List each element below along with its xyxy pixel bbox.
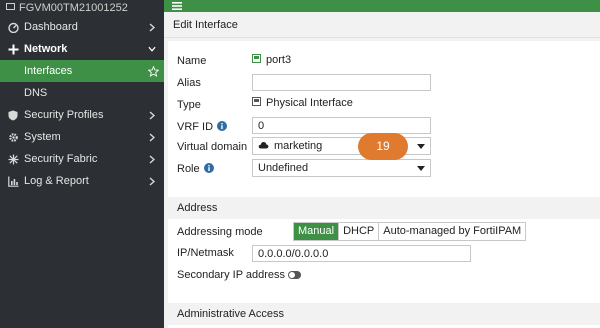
sidebar-item-label: Log & Report <box>24 175 89 187</box>
info-icon[interactable] <box>217 119 228 131</box>
device-header: FGVM00TM21001252 <box>0 0 164 12</box>
mode-fortiipam-option[interactable]: Auto-managed by FortiIPAM <box>378 223 526 240</box>
alias-input[interactable] <box>252 74 431 91</box>
chevron-right-icon <box>148 148 156 170</box>
sidebar-item-label: Security Fabric <box>24 153 98 165</box>
type-label: Type <box>177 99 201 111</box>
admin-access-section-header: Administrative Access <box>168 303 600 325</box>
ip-netmask-input[interactable] <box>252 245 471 262</box>
name-value: port3 <box>252 51 291 69</box>
info-icon[interactable] <box>203 161 214 173</box>
secondary-ip-label: Secondary IP address <box>177 266 302 284</box>
sidebar-item-label: System <box>24 131 61 143</box>
vdom-label: Virtual domain <box>177 141 248 153</box>
mode-dhcp-option[interactable]: DHCP <box>338 223 379 240</box>
sidebar-item-label: DNS <box>24 87 48 99</box>
port-icon <box>252 51 261 69</box>
star-icon[interactable] <box>148 60 159 82</box>
alias-label: Alias <box>177 77 201 89</box>
vrf-label-text: VRF ID <box>177 121 214 133</box>
edit-interface-form: Name port3 Alias Type Physical Interface… <box>168 41 600 328</box>
sidebar-item-network[interactable]: Network <box>0 38 164 60</box>
type-text: Physical Interface <box>266 97 353 109</box>
sidebar-item-label: Dashboard <box>24 21 78 33</box>
sidebar: FGVM00TM21001252 Dashboard Network Inter… <box>0 0 164 328</box>
secondary-ip-toggle[interactable] <box>288 271 302 279</box>
page-title: Edit Interface <box>164 12 600 38</box>
type-value: Physical Interface <box>252 94 353 112</box>
shield-icon <box>7 104 19 126</box>
device-name: FGVM00TM21001252 <box>19 2 128 13</box>
sidebar-item-dns[interactable]: DNS <box>0 82 164 104</box>
address-section-header: Address <box>168 197 600 219</box>
role-value: Undefined <box>258 162 309 174</box>
sidebar-item-interfaces[interactable]: Interfaces <box>0 60 164 82</box>
role-label-text: Role <box>177 163 200 175</box>
vdom-value: marketing <box>274 140 323 152</box>
sidebar-item-security-profiles[interactable]: Security Profiles <box>0 104 164 126</box>
name-text: port3 <box>266 54 292 66</box>
dashboard-icon <box>7 16 19 38</box>
gear-icon <box>7 126 19 148</box>
sidebar-item-label: Security Profiles <box>24 109 104 121</box>
step-number-badge: 19 <box>358 133 408 160</box>
hamburger-menu-icon[interactable] <box>172 0 182 12</box>
dropdown-arrow-icon <box>417 160 425 176</box>
chevron-right-icon <box>148 126 156 148</box>
dropdown-arrow-icon <box>417 138 425 154</box>
chevron-down-icon <box>148 38 156 60</box>
ip-netmask-label: IP/Netmask <box>177 247 234 259</box>
chart-icon <box>7 170 19 192</box>
physical-interface-icon <box>252 94 261 112</box>
name-label: Name <box>177 55 207 67</box>
secondary-ip-text: Secondary IP address <box>177 269 286 281</box>
mode-manual-option[interactable]: Manual <box>294 223 339 240</box>
sidebar-item-log-report[interactable]: Log & Report <box>0 170 164 192</box>
top-bar <box>164 0 600 12</box>
addressing-mode-selector: Manual DHCP Auto-managed by FortiIPAM <box>293 222 527 241</box>
cloud-icon <box>258 138 269 154</box>
sidebar-item-dashboard[interactable]: Dashboard <box>0 16 164 38</box>
role-label: Role <box>177 160 214 178</box>
vrf-label: VRF ID <box>177 118 228 136</box>
fabric-icon <box>7 148 19 170</box>
role-select[interactable]: Undefined <box>252 159 431 177</box>
sidebar-item-system[interactable]: System <box>0 126 164 148</box>
sidebar-item-label: Interfaces <box>24 65 73 77</box>
device-icon <box>6 3 15 12</box>
sidebar-item-security-fabric[interactable]: Security Fabric <box>0 148 164 170</box>
network-icon <box>7 38 19 60</box>
sidebar-item-label: Network <box>24 43 68 55</box>
vrf-id-input[interactable] <box>252 117 431 134</box>
chevron-right-icon <box>148 170 156 192</box>
chevron-right-icon <box>148 16 156 38</box>
chevron-right-icon <box>148 104 156 126</box>
addressing-mode-label: Addressing mode <box>177 226 263 238</box>
